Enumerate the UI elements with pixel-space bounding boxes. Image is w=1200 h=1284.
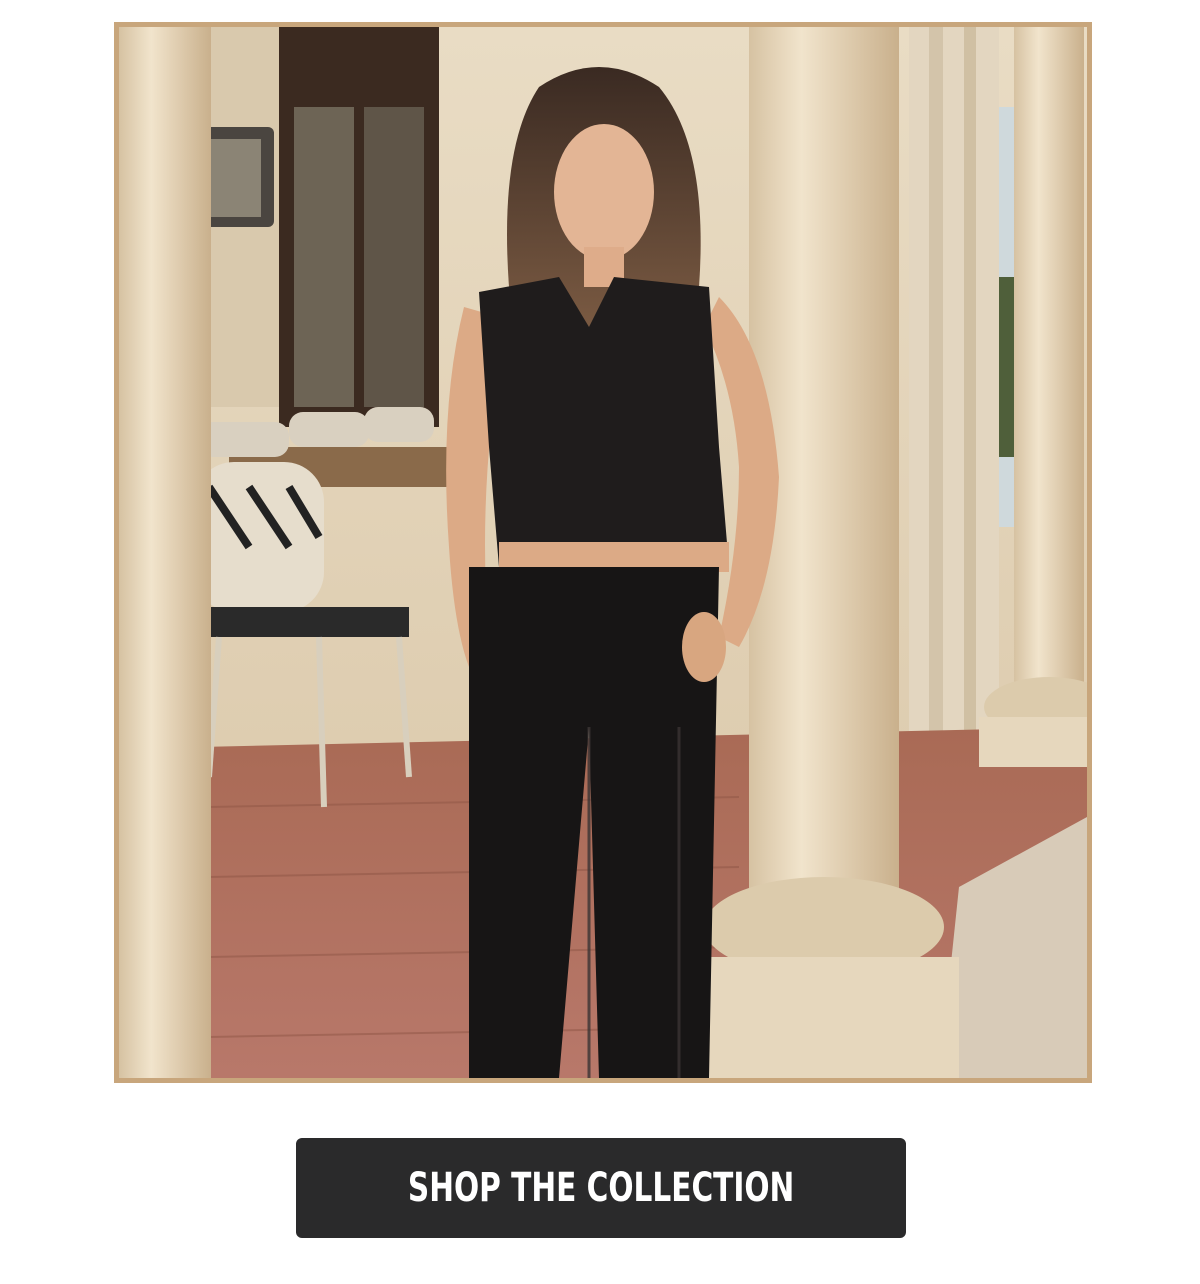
hero-photo-illustration — [119, 27, 1087, 1078]
shop-the-collection-label: SHOP THE COLLECTION — [407, 1165, 795, 1211]
shop-the-collection-button[interactable]: SHOP THE COLLECTION — [296, 1138, 906, 1238]
hero-image[interactable] — [114, 22, 1092, 1083]
